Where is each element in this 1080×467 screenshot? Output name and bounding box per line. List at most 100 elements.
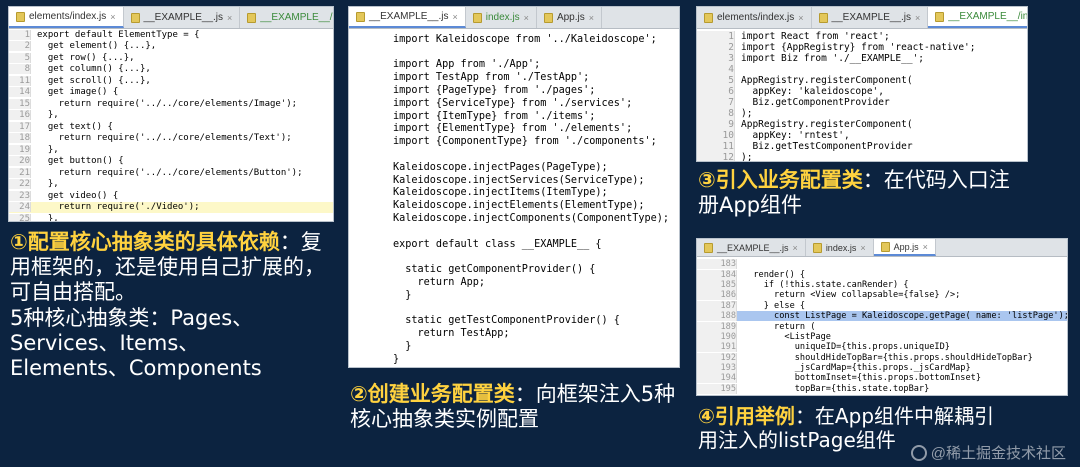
watermark-text: @稀土掘金技术社区: [930, 445, 1066, 462]
code-line: 190 <ListPage: [697, 331, 1067, 342]
code-area[interactable]: import Kaleidoscope from '../Kaleidoscop…: [349, 29, 679, 366]
code-line: 183: [697, 259, 1067, 270]
code-line: 7 Biz.getComponentProvider: [697, 97, 1027, 108]
js-file-icon: [356, 11, 365, 22]
tab-example[interactable]: __EXAMPLE__.js ×: [812, 7, 929, 28]
code-line: 25 },: [9, 213, 333, 221]
code-line-selected: 188 const ListPage = Kaleidoscope.getPag…: [697, 310, 1067, 322]
code-line: 4: [697, 64, 1027, 75]
code-line: return TestApp;: [393, 328, 510, 340]
editor-tab-bar: __EXAMPLE__.js × index.js × App.js ×: [349, 7, 679, 29]
code-line: 1 export default ElementType = {: [9, 29, 333, 41]
code-line: 19 },: [9, 144, 333, 156]
code-line: 9 AppRegistry.registerComponent(: [697, 119, 1027, 130]
annotation-1: ①配置核心抽象类的具体依赖：复用框架的，还是使用自己扩展的，可自由搭配。 5种核…: [10, 230, 340, 381]
code-line: 23 get video() {: [9, 190, 333, 202]
close-icon[interactable]: ×: [860, 243, 865, 253]
annotation-2-heading: ②创建业务配置类: [350, 382, 515, 406]
code-line: 2 get element() {...},: [9, 41, 333, 53]
editor-tab-bar: __EXAMPLE__.js × index.js × App.js ×: [697, 239, 1067, 257]
code-editor-example: __EXAMPLE__.js × index.js × App.js × import…: [348, 6, 680, 368]
js-file-icon: [130, 12, 140, 23]
tab-example[interactable]: __EXAMPLE__.js ×: [349, 7, 466, 28]
watermark: @稀土掘金技术社区: [910, 442, 1066, 463]
code-line: import TestApp from './TestApp';: [393, 72, 590, 84]
code-line: 20 get button() {: [9, 156, 333, 168]
code-line: 191 uniqueID={this.props.uniqueID}: [697, 342, 1067, 353]
code-line: Kaleidoscope.injectServices(ServiceType)…: [393, 174, 645, 186]
code-line: static getComponentProvider() {: [393, 264, 596, 276]
close-icon[interactable]: ×: [589, 13, 594, 23]
code-area[interactable]: 1 export default ElementType = { 2 get el…: [9, 29, 333, 221]
code-line: 8);: [697, 108, 1027, 119]
code-line: 15 return require('../../core/elements/I…: [9, 98, 333, 110]
code-line: 11 get scroll() {...},: [9, 75, 333, 87]
code-line: 186 return <View collapsable={false} />;: [697, 290, 1067, 301]
js-file-icon: [543, 12, 553, 23]
annotation-1-list-a: 5种核心抽象类：Pages、: [10, 305, 254, 330]
code-editor-elements-index: elements/index.js × __EXAMPLE__.js × __EXA…: [8, 6, 334, 222]
tab-index[interactable]: index.js ×: [806, 239, 874, 256]
close-icon[interactable]: ×: [227, 13, 232, 23]
close-icon[interactable]: ×: [110, 12, 115, 22]
code-line: 5 AppRegistry.registerComponent(: [697, 75, 1027, 86]
code-line: 193 _jsCardMap={this.props._jsCardMap}: [697, 363, 1067, 374]
editor-tab-bar: elements/index.js × __EXAMPLE__.js × __EXA…: [697, 7, 1027, 29]
code-line: 194 bottomInset={this.props.bottomInset}: [697, 373, 1067, 384]
js-file-icon: [472, 12, 482, 23]
code-line: import {ServiceType} from './services';: [393, 97, 633, 109]
tab-index[interactable]: index.js ×: [466, 7, 537, 28]
js-file-icon: [935, 11, 945, 22]
code-line: Kaleidoscope.injectElements(ElementType)…: [393, 200, 645, 212]
code-line: Kaleidoscope.injectComponents(ComponentT…: [393, 213, 670, 225]
close-icon[interactable]: ×: [915, 13, 920, 23]
code-line: 6 appKey: 'kaleidoscope',: [697, 86, 1027, 97]
annotation-4-heading: ④引用举例: [698, 404, 795, 428]
code-line: 1 import React from 'react';: [697, 31, 1027, 42]
close-icon[interactable]: ×: [923, 242, 928, 252]
tab-app[interactable]: App.js ×: [873, 239, 936, 256]
js-file-icon: [818, 12, 828, 23]
code-line: Kaleidoscope.injectItems(ItemType);: [393, 187, 608, 199]
code-line: 18 return require('../../core/elements/T…: [9, 133, 333, 145]
code-line: export default class __EXAMPLE__ {: [393, 238, 602, 250]
tab-example-index[interactable]: __EXAMPLE__/index.js×: [240, 7, 333, 28]
code-line: import {ElementType} from './elements';: [393, 123, 633, 135]
code-line: 187 } else {: [697, 300, 1067, 311]
annotation-1-list-b: Services、Items、: [10, 330, 200, 355]
tab-example-index[interactable]: __EXAMPLE__/index.js×: [928, 7, 1027, 28]
tab-example[interactable]: __EXAMPLE__.js ×: [124, 7, 241, 28]
js-file-icon: [247, 12, 257, 23]
editor-tab-bar: elements/index.js × __EXAMPLE__.js × __EXA…: [9, 7, 333, 29]
code-line: 5 get row() {...},: [9, 52, 333, 64]
code-line-highlighted: 24 return require('./Video');: [9, 201, 333, 213]
code-area[interactable]: 1 import React from 'react'; 2 import {App…: [697, 29, 1027, 161]
tab-app[interactable]: App.js ×: [537, 7, 602, 28]
code-line: 195 topBar={this.state.topBar}: [697, 383, 1067, 394]
close-icon[interactable]: ×: [798, 13, 803, 23]
code-line: 184 render() {: [697, 269, 1067, 280]
code-line: 192 shouldHideTopBar={this.props.shouldH…: [697, 352, 1067, 363]
js-file-icon: [16, 11, 25, 22]
code-line: import Kaleidoscope from '../Kaleidoscop…: [393, 33, 657, 45]
close-icon[interactable]: ×: [524, 13, 529, 23]
code-line: 14 get image() {: [9, 87, 333, 99]
annotation-1-list-c: Elements、Components: [10, 355, 262, 380]
code-line: Kaleidoscope.injectPages(PageType);: [393, 161, 608, 173]
close-icon[interactable]: ×: [453, 12, 458, 22]
tab-elements-index[interactable]: elements/index.js ×: [9, 7, 124, 28]
code-editor-app: __EXAMPLE__.js × index.js × App.js × 183 18…: [696, 238, 1068, 396]
code-line: import {ItemType} from './items';: [393, 110, 596, 122]
code-line: 8 get column() {...},: [9, 64, 333, 76]
code-line: 189 return (: [697, 321, 1067, 332]
annotation-3: ③引入业务配置类：在代码入口注册App组件: [698, 168, 1028, 218]
tab-example[interactable]: __EXAMPLE__.js ×: [697, 239, 806, 256]
tab-elements-index[interactable]: elements/index.js ×: [697, 7, 812, 28]
close-icon[interactable]: ×: [793, 243, 798, 253]
code-area[interactable]: 183 184 render() { 185 if (!this.state.c…: [697, 257, 1067, 394]
code-line: 16 },: [9, 110, 333, 122]
